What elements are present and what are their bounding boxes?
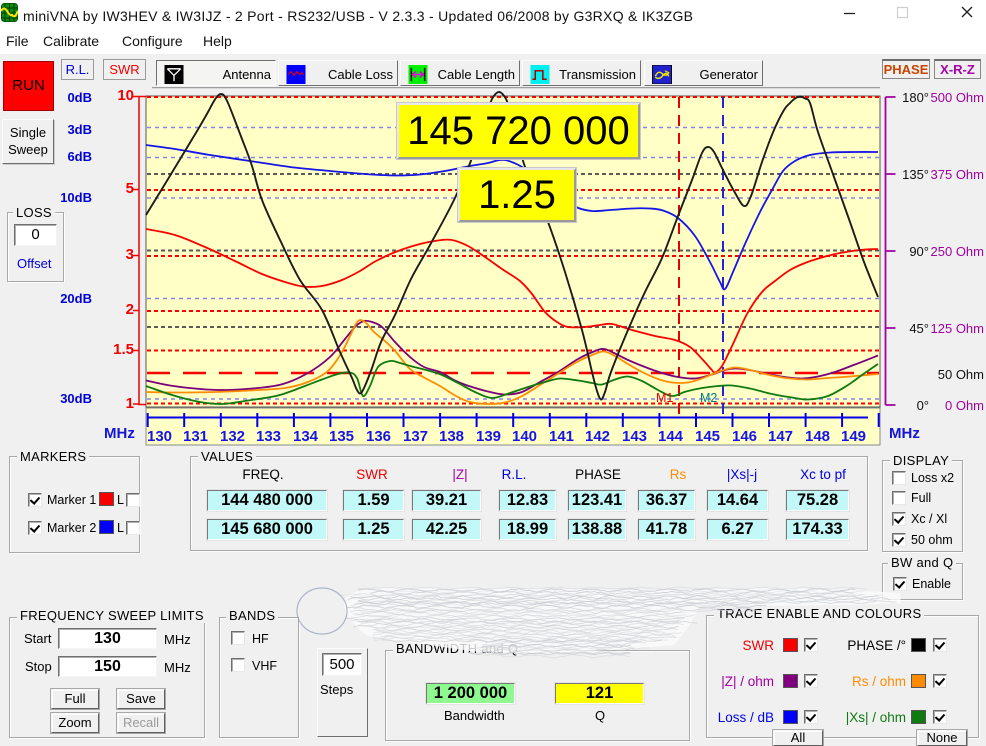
svg-text:147: 147 <box>768 428 793 445</box>
svg-text:139: 139 <box>476 428 501 445</box>
svg-text:143: 143 <box>622 428 647 445</box>
svg-text:132: 132 <box>220 428 245 445</box>
svg-text:134: 134 <box>293 428 319 445</box>
svg-text:144: 144 <box>658 428 684 445</box>
svg-text:131: 131 <box>183 428 208 445</box>
svg-text:133: 133 <box>256 428 281 445</box>
svg-text:146: 146 <box>732 428 757 445</box>
svg-text:145: 145 <box>695 428 720 445</box>
svg-text:148: 148 <box>805 428 830 445</box>
svg-text:130: 130 <box>147 428 172 445</box>
svg-text:M1: M1 <box>656 391 673 405</box>
svg-text:140: 140 <box>512 428 537 445</box>
svg-text:149: 149 <box>841 428 866 445</box>
svg-text:141: 141 <box>549 428 574 445</box>
svg-text:137: 137 <box>403 428 428 445</box>
svg-text:136: 136 <box>366 428 391 445</box>
svg-text:M2: M2 <box>700 391 717 405</box>
svg-text:138: 138 <box>439 428 464 445</box>
svg-text:135: 135 <box>329 428 354 445</box>
svg-text:142: 142 <box>585 428 610 445</box>
